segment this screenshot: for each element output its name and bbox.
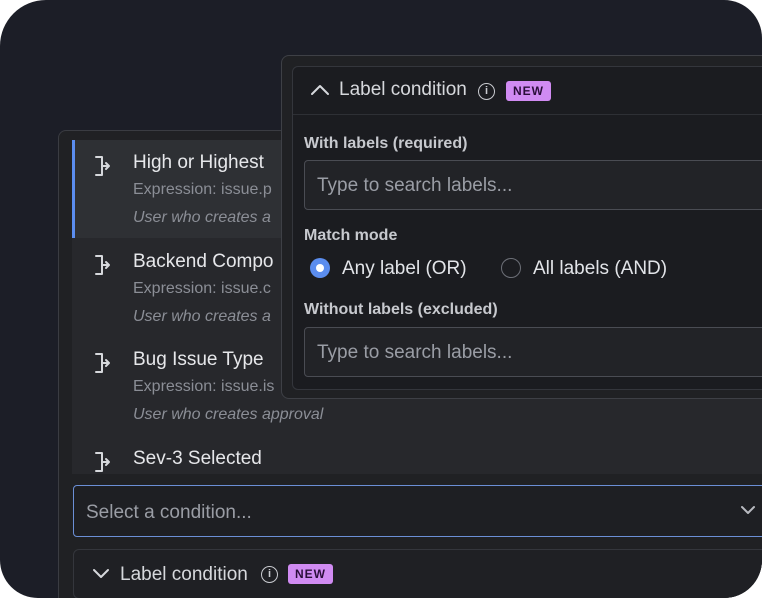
branch-icon	[95, 353, 110, 373]
new-badge: NEW	[288, 564, 333, 584]
with-labels-label: With labels (required)	[304, 135, 468, 152]
condition-title: Sev-3 Selected	[133, 448, 262, 469]
info-icon[interactable]: i	[478, 81, 495, 100]
without-labels-label: Without labels (excluded)	[304, 301, 498, 318]
match-mode-label: Match mode	[304, 227, 398, 244]
branch-icon	[95, 156, 110, 176]
condition-title: Bug Issue Type	[133, 349, 264, 370]
condition-title: Backend Compo	[133, 251, 274, 272]
info-icon[interactable]: i	[261, 564, 278, 583]
radio-all-labels[interactable]	[501, 258, 521, 278]
branch-icon	[95, 255, 110, 275]
chevron-down-icon	[93, 569, 109, 578]
condition-title: High or Highest	[133, 152, 264, 173]
chevron-down-icon	[741, 506, 755, 514]
label-condition-title: Label condition	[120, 564, 248, 585]
condition-creator: User who creates approval	[133, 406, 324, 423]
without-labels-input[interactable]: Type to search labels...	[304, 327, 762, 377]
label-condition-collapsed[interactable]: Label condition i NEW	[73, 549, 762, 598]
branch-icon	[95, 452, 110, 472]
without-labels-placeholder: Type to search labels...	[317, 342, 513, 363]
condition-select-placeholder: Select a condition...	[86, 502, 252, 523]
radio-all-labels-text[interactable]: All labels (AND)	[533, 258, 667, 280]
app-frame: High or Highest Expression: issue.p User…	[0, 0, 762, 598]
with-labels-input[interactable]: Type to search labels...	[304, 160, 762, 210]
header-divider	[293, 114, 762, 115]
condition-creator: User who creates a	[133, 209, 271, 226]
condition-expression: Expression: issue.c	[133, 280, 271, 297]
chevron-up-icon[interactable]	[310, 82, 330, 98]
label-condition-header[interactable]: Label condition	[339, 79, 467, 101]
condition-creator: User who creates a	[133, 308, 271, 325]
condition-expression: Expression: issue.p	[133, 181, 272, 198]
with-labels-placeholder: Type to search labels...	[317, 175, 513, 196]
new-badge: NEW	[506, 81, 551, 101]
radio-any-label-text[interactable]: Any label (OR)	[342, 258, 467, 280]
radio-any-label[interactable]	[310, 258, 330, 278]
condition-select[interactable]: Select a condition...	[73, 485, 762, 537]
condition-item[interactable]: Sev-3 Selected	[72, 436, 762, 474]
condition-expression: Expression: issue.is	[133, 378, 275, 395]
